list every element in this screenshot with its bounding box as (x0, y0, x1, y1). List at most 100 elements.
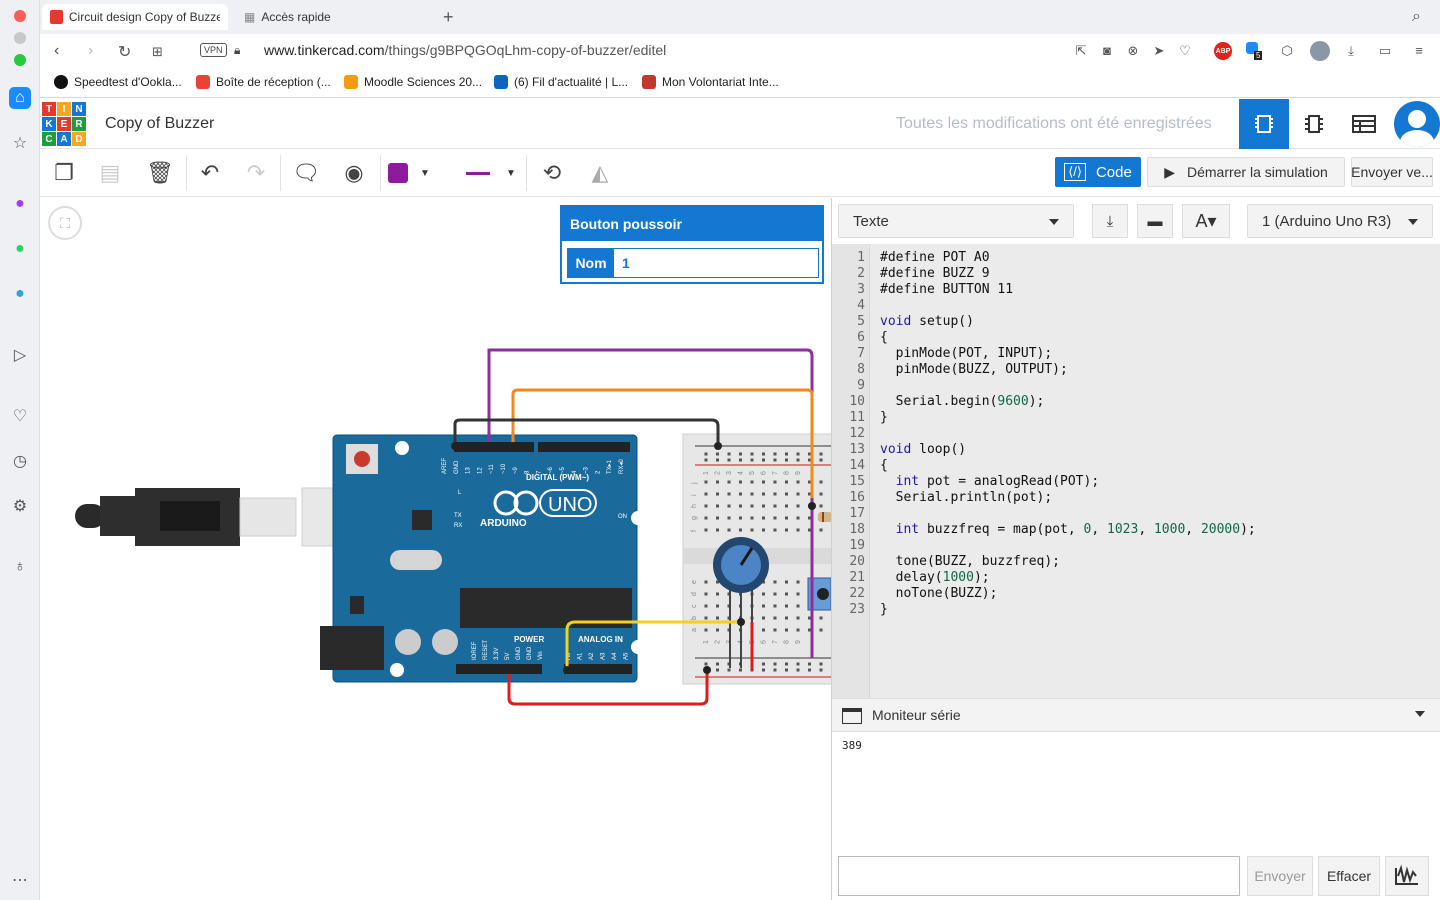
breadboard-hole[interactable] (762, 662, 765, 666)
reload-icon[interactable]: ↻ (118, 42, 131, 62)
breadboard-hole[interactable] (750, 504, 754, 508)
breadboard-hole[interactable] (727, 452, 731, 456)
breadboard-hole[interactable] (785, 516, 788, 520)
undo-button[interactable]: ↶ (192, 155, 228, 191)
breadboard-hole[interactable] (704, 458, 708, 462)
back-icon[interactable]: ‹ (54, 42, 59, 60)
breadboard-hole[interactable] (819, 528, 823, 532)
breadboard-hole[interactable] (773, 452, 777, 456)
wire-style-picker[interactable]: ▼ (456, 157, 522, 189)
breadboard-hole[interactable] (716, 592, 719, 596)
breadboard-hole[interactable] (704, 580, 708, 584)
breadboard-hole[interactable] (762, 452, 765, 456)
breadboard-hole[interactable] (819, 628, 823, 632)
breadboard-hole[interactable] (716, 480, 719, 484)
history-icon[interactable]: ◷ (9, 450, 31, 472)
breadboard-hole[interactable] (704, 628, 708, 632)
breadboard-hole[interactable] (716, 516, 719, 520)
telegram-icon[interactable]: ● (9, 283, 31, 305)
vpn-badge[interactable]: VPN (200, 43, 227, 57)
rotate-button[interactable]: ⟲ (534, 155, 570, 191)
code-mode-select[interactable]: Texte (838, 204, 1074, 238)
share-icon[interactable]: ⇱ (1074, 44, 1088, 58)
breadboard-hole[interactable] (785, 458, 788, 462)
breadboard-hole[interactable] (750, 452, 754, 456)
breadboard-hole[interactable] (704, 604, 708, 608)
code-editor[interactable]: 1 2 3 4 5 6 7 8 9 10 11 12 13 14 15 16 17 18 19 20 21 22 23 #d… (832, 244, 1440, 698)
breadboard-hole[interactable] (704, 662, 708, 666)
breadboard-hole[interactable] (716, 492, 719, 496)
breadboard-hole[interactable] (773, 504, 777, 508)
user-avatar[interactable] (1394, 101, 1440, 147)
breadboard-hole[interactable] (762, 592, 765, 596)
breadboard-hole[interactable] (762, 604, 765, 608)
breadboard-hole[interactable] (796, 504, 800, 508)
breadboard-hole[interactable] (819, 480, 823, 484)
breadboard-hole[interactable] (773, 604, 777, 608)
breadboard-hole[interactable] (727, 480, 731, 484)
graph-button[interactable] (1385, 856, 1429, 896)
url-field[interactable]: www.tinkercad.com/things/g9BPQGOqLhm-cop… (264, 42, 666, 58)
breadboard-hole[interactable] (773, 458, 777, 462)
serial-monitor-header[interactable]: Moniteur série (832, 698, 1440, 732)
breadboard-hole[interactable] (716, 616, 719, 620)
block-icon[interactable]: ⊗ (1126, 44, 1140, 58)
tab-acces-rapide[interactable]: ▦ Accès rapide (236, 4, 436, 30)
notes-visibility-button[interactable]: ◉ (336, 155, 372, 191)
send-serial-button[interactable]: Envoyer (1247, 856, 1313, 896)
breadboard-hole[interactable] (785, 628, 788, 632)
breadboard-hole[interactable] (773, 480, 777, 484)
breadboard-hole[interactable] (739, 492, 742, 496)
breadboard-hole[interactable] (716, 668, 719, 672)
breadboard-hole[interactable] (704, 616, 708, 620)
breadboard-hole[interactable] (808, 668, 811, 672)
breadboard-hole[interactable] (762, 458, 765, 462)
breadboard-hole[interactable] (762, 628, 765, 632)
bookmark-gmail[interactable]: Boîte de réception (... (196, 75, 331, 89)
breadboard-hole[interactable] (785, 480, 788, 484)
breadboard-hole[interactable] (796, 480, 800, 484)
breadboard-hole[interactable] (704, 592, 708, 596)
breadboard-hole[interactable] (762, 504, 765, 508)
breadboard-hole[interactable] (773, 662, 777, 666)
start-simulation-button[interactable]: ▶ Démarrer la simulation (1147, 157, 1345, 187)
breadboard-hole[interactable] (716, 528, 719, 532)
breadboard-hole[interactable] (716, 662, 719, 666)
new-tab-button[interactable]: + (443, 7, 454, 28)
breadboard-hole[interactable] (819, 458, 823, 462)
breadboard-hole[interactable] (796, 616, 800, 620)
circuit-canvas[interactable]: ⛶ ARDUINO UNO DIGITAL (PWM~) POWER ANALO… (40, 198, 831, 900)
breadboard-hole[interactable] (704, 480, 708, 484)
resistor[interactable] (818, 512, 831, 522)
breadboard-hole[interactable] (739, 504, 742, 508)
download-code-button[interactable]: ⤓ (1092, 204, 1128, 238)
breadboard-hole[interactable] (796, 452, 800, 456)
breadboard-hole[interactable] (739, 458, 742, 462)
breadboard-hole[interactable] (739, 480, 742, 484)
breadboard-hole[interactable] (762, 516, 765, 520)
breadboard-hole[interactable] (785, 662, 788, 666)
device-select[interactable]: 1 (Arduino Uno R3) (1247, 204, 1433, 238)
breadboard-hole[interactable] (785, 492, 788, 496)
breadboard-hole[interactable] (773, 516, 777, 520)
circuit-view-button[interactable] (1239, 99, 1289, 149)
breadboard-hole[interactable] (727, 516, 731, 520)
redo-button[interactable]: ↷ (238, 155, 274, 191)
breadboard-hole[interactable] (819, 452, 823, 456)
camera-icon[interactable]: ◙ (1100, 44, 1114, 58)
more-icon[interactable]: ⋯ (9, 869, 31, 891)
send-to-button[interactable]: Envoyer ve... (1351, 157, 1433, 187)
breadboard-hole[interactable] (762, 616, 765, 620)
extension-icon[interactable]: 5 (1246, 42, 1264, 60)
settings-gear-icon[interactable]: ⚙ (9, 495, 31, 517)
breadboard-hole[interactable] (727, 458, 731, 462)
breadboard-hole[interactable] (796, 528, 800, 532)
breadboard-hole[interactable] (785, 592, 788, 596)
breadboard-hole[interactable] (704, 504, 708, 508)
breadboard-hole[interactable] (796, 668, 800, 672)
breadboard-hole[interactable] (716, 452, 719, 456)
profile-avatar[interactable] (1310, 41, 1330, 61)
breadboard-hole[interactable] (796, 662, 800, 666)
menu-icon[interactable]: ≡ (1412, 44, 1426, 58)
serial-input[interactable] (838, 856, 1240, 896)
